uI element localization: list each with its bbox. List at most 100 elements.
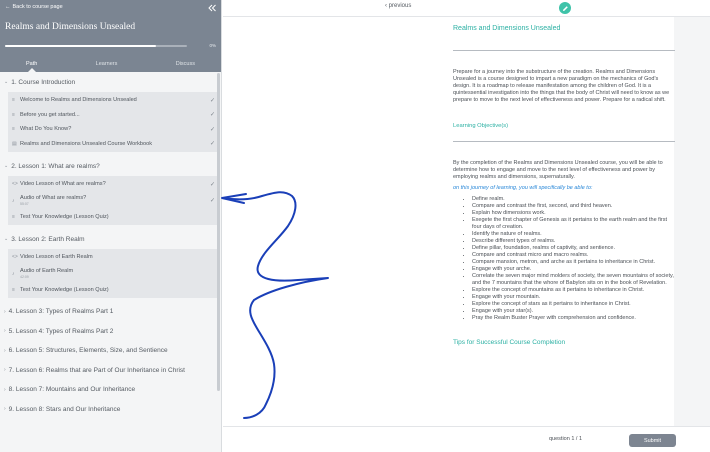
back-link-label: Back to course page bbox=[12, 4, 63, 10]
lesson-item-duration: 42:09 bbox=[20, 275, 29, 279]
lesson-item[interactable]: <> Video Lesson of Earth Realm bbox=[8, 250, 220, 265]
lesson-item[interactable]: ▤ Realms and Dimensions Unsealed Course W… bbox=[8, 137, 220, 152]
video-icon: <> bbox=[12, 181, 18, 188]
lesson-item[interactable]: ♪ Audio of Earth Realm 42:09 bbox=[8, 265, 220, 283]
edit-button[interactable] bbox=[559, 2, 571, 14]
lesson-item[interactable]: ≡ Test Your Knowledge (Lesson Quiz) bbox=[8, 210, 220, 225]
lesson-item[interactable]: ♪ Audio of What are realms? 55:07 ✓ bbox=[8, 192, 220, 210]
lesson-item-label: Before you get started... bbox=[20, 111, 80, 118]
pdf-icon: ▤ bbox=[12, 140, 17, 147]
sidebar-scrollbar[interactable] bbox=[217, 73, 220, 391]
section-title: 2. Lesson 1: What are realms? bbox=[11, 162, 100, 170]
chevron-down-icon: ⌄ bbox=[4, 236, 9, 242]
question-counter: question 1 / 1 bbox=[549, 436, 583, 442]
chevron-right-icon: › bbox=[4, 386, 6, 393]
lesson-header[interactable]: › 4. Lesson 3: Types of Realms Part 1 bbox=[4, 302, 221, 322]
collapse-sidebar-icon[interactable] bbox=[207, 3, 217, 13]
back-to-course-link[interactable]: ← Back to course page bbox=[5, 4, 216, 10]
objective-item: Engage with your mountain. bbox=[472, 294, 675, 301]
lesson-title: 9. Lesson 8: Stars and Our Inheritance bbox=[8, 405, 121, 413]
lesson-header[interactable]: › 8. Lesson 7: Mountains and Our Inherita… bbox=[4, 380, 221, 400]
text-lesson-icon: ≡ bbox=[12, 111, 15, 118]
lesson-item-label: Video Lesson of Earth Realm bbox=[20, 254, 93, 261]
top-bar: ‹ previous bbox=[223, 0, 710, 17]
sidebar-header: ← Back to course page Realms and Dimensi… bbox=[0, 0, 221, 72]
objectives-intro: By the completion of the Realms and Dime… bbox=[453, 160, 663, 180]
lesson-header[interactable]: › 6. Lesson 5: Structures, Elements, Size… bbox=[4, 341, 221, 361]
text-lesson-icon: ≡ bbox=[12, 213, 15, 220]
chevron-right-icon: › bbox=[4, 367, 6, 374]
lesson-item[interactable]: ≡ Welcome to Realms and Dimensions Unseal… bbox=[8, 93, 220, 108]
lesson-item-label: Audio of What are realms? bbox=[20, 195, 87, 201]
objective-item: Compare and contrast micro and macro rea… bbox=[472, 252, 675, 259]
objective-item: Explain how dimensions work. bbox=[472, 210, 675, 217]
lesson-title: 7. Lesson 6: Realms that are Part of Our… bbox=[8, 366, 185, 374]
audio-icon: ♪ bbox=[12, 197, 15, 204]
quiz-footer: question 1 / 1 Submit bbox=[223, 426, 710, 452]
lesson-title: 5. Lesson 4: Types of Realms Part 2 bbox=[8, 327, 114, 335]
objective-item: Engage with your star(s). bbox=[472, 308, 675, 315]
lesson-item[interactable]: ≡ Test Your Knowledge (Lesson Quiz) bbox=[8, 283, 220, 298]
objective-item: Explore the concept of mountains as it p… bbox=[472, 287, 675, 294]
lesson-item-label: Video Lesson of What are realms? bbox=[20, 181, 106, 188]
check-icon: ✓ bbox=[209, 198, 215, 204]
check-icon: ✓ bbox=[209, 112, 215, 119]
text-lesson-icon: ≡ bbox=[12, 126, 15, 133]
tab-learners[interactable]: Learners bbox=[96, 55, 118, 72]
check-icon: ✓ bbox=[209, 97, 215, 104]
lesson-header[interactable]: › 7. Lesson 6: Realms that are Part of Ou… bbox=[4, 361, 221, 381]
tab-path[interactable]: Path bbox=[26, 55, 37, 72]
content-scrollbar[interactable] bbox=[674, 17, 710, 427]
objective-item: Define pillar, foundation, realms of cap… bbox=[472, 245, 675, 252]
objective-item: Engage with your arche. bbox=[472, 266, 675, 273]
video-icon: <> bbox=[12, 254, 18, 261]
chevron-right-icon: › bbox=[4, 308, 6, 315]
submit-button[interactable]: Submit bbox=[629, 434, 676, 447]
section-header[interactable]: ⌄ 2. Lesson 1: What are realms? bbox=[4, 156, 221, 176]
audio-icon: ♪ bbox=[12, 270, 15, 277]
lesson-content: Realms and Dimensions Unsealed Prepare f… bbox=[453, 20, 675, 346]
progress-track bbox=[5, 44, 187, 47]
lesson-header[interactable]: › 5. Lesson 4: Types of Realms Part 2 bbox=[4, 322, 221, 342]
intro-paragraph: Prepare for a journey into the substruct… bbox=[453, 69, 670, 103]
tab-discuss[interactable]: Discuss bbox=[176, 55, 195, 72]
text-lesson-icon: ≡ bbox=[12, 97, 15, 104]
objective-item: Compare and contrast the first, second, … bbox=[472, 203, 675, 210]
objective-item: Identify the nature of realms. bbox=[472, 231, 675, 238]
divider bbox=[453, 141, 675, 142]
lesson-item-duration: 55:07 bbox=[20, 202, 29, 206]
progress-percent: 0% bbox=[209, 43, 216, 48]
lesson-header[interactable]: › 9. Lesson 8: Stars and Our Inheritance bbox=[4, 400, 221, 420]
annotation-arrow-head bbox=[221, 193, 247, 204]
previous-button[interactable]: ‹ previous bbox=[385, 3, 411, 9]
section-title: 1. Course Introduction bbox=[11, 78, 76, 86]
course-sidebar: ← Back to course page Realms and Dimensi… bbox=[0, 0, 222, 452]
sidebar-tabs: Path Learners Discuss bbox=[0, 55, 221, 72]
lesson-item[interactable]: ≡ What Do You Know? ✓ bbox=[8, 122, 220, 137]
section-title: 3. Lesson 2: Earth Realm bbox=[11, 235, 85, 243]
section-header[interactable]: ⌄ 3. Lesson 2: Earth Realm bbox=[4, 229, 221, 249]
chevron-right-icon: › bbox=[4, 347, 6, 354]
section-header[interactable]: ⌄ 1. Course Introduction bbox=[4, 72, 221, 92]
tips-heading: Tips for Successful Course Completion bbox=[453, 339, 566, 346]
lesson-item[interactable]: ≡ Before you get started... ✓ bbox=[8, 108, 220, 123]
objective-item: Explore the concept of stars as it perta… bbox=[472, 301, 675, 308]
lesson-item[interactable]: <> Video Lesson of What are realms? ✓ bbox=[8, 177, 220, 192]
chevron-down-icon: ⌄ bbox=[4, 163, 9, 169]
journey-line: on this journey of learning, you will sp… bbox=[453, 185, 593, 191]
course-title: Realms and Dimensions Unsealed bbox=[5, 22, 136, 32]
lesson-item-label: Test Your Knowledge (Lesson Quiz) bbox=[20, 213, 109, 220]
content-title: Realms and Dimensions Unsealed bbox=[453, 25, 561, 32]
lesson-title: 4. Lesson 3: Types of Realms Part 1 bbox=[8, 308, 114, 316]
lesson-item-label: Realms and Dimensions Unsealed Course Wo… bbox=[20, 140, 153, 147]
lesson-item-label: Test Your Knowledge (Lesson Quiz) bbox=[20, 286, 109, 293]
objective-item: Exegete the first chapter of Genesis as … bbox=[472, 217, 675, 231]
chevron-down-icon: ⌄ bbox=[4, 79, 9, 85]
progress-fill bbox=[5, 44, 157, 47]
lesson-item-label: Welcome to Realms and Dimensions Unseale… bbox=[20, 97, 137, 104]
divider bbox=[453, 50, 675, 51]
objective-item: Pray the Realm Buster Prayer with compre… bbox=[472, 315, 675, 322]
objective-item: Describe different types of realms. bbox=[472, 238, 675, 245]
objectives-list: Define realm.Compare and contrast the fi… bbox=[453, 196, 675, 322]
pencil-icon bbox=[562, 5, 568, 11]
